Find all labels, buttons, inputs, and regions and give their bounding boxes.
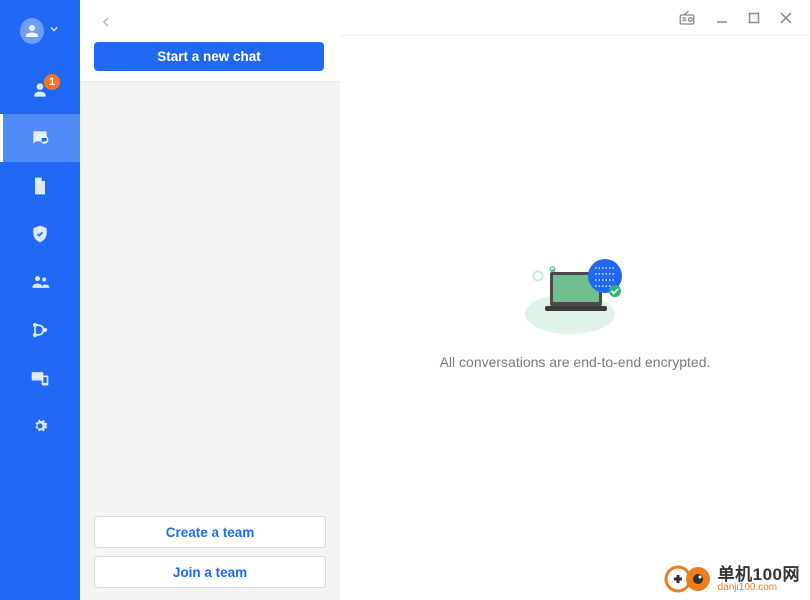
avatar-menu[interactable]	[20, 18, 60, 44]
nav-git[interactable]	[0, 306, 80, 354]
main-panel: All conversations are end-to-end encrypt…	[340, 0, 810, 600]
nav-settings[interactable]	[0, 402, 80, 450]
watermark-logo-icon	[664, 564, 712, 594]
nav-security[interactable]	[0, 210, 80, 258]
create-team-button[interactable]: Create a team	[94, 516, 326, 548]
conversation-list-panel: Start a new chat Create a team Join a te…	[80, 0, 340, 600]
nav-files[interactable]	[0, 162, 80, 210]
conversation-list-header: Start a new chat	[80, 0, 340, 82]
conversation-list-body	[80, 82, 340, 508]
watermark-line2: danji100.com	[718, 583, 800, 593]
window-minimize-button[interactable]	[716, 12, 728, 24]
window-close-button[interactable]	[780, 12, 792, 24]
watermark-line1: 单机100网	[718, 566, 800, 583]
nav-chat[interactable]	[0, 114, 80, 162]
nav-devices[interactable]	[0, 354, 80, 402]
empty-state: All conversations are end-to-end encrypt…	[340, 36, 810, 600]
join-team-button[interactable]: Join a team	[94, 556, 326, 588]
avatar-icon	[20, 18, 44, 44]
window-maximize-button[interactable]	[748, 12, 760, 24]
titlebar	[340, 0, 810, 36]
encryption-illustration-icon	[515, 246, 635, 336]
back-button[interactable]	[94, 10, 118, 34]
chevron-down-icon	[48, 22, 60, 40]
notification-badge: 1	[44, 74, 60, 90]
radio-icon[interactable]	[678, 9, 696, 27]
nav-rail: 1	[0, 0, 80, 600]
empty-state-text: All conversations are end-to-end encrypt…	[440, 354, 711, 370]
nav-people[interactable]: 1	[0, 66, 80, 114]
watermark-text: 单机100网 danji100.com	[718, 566, 800, 593]
nav-teams[interactable]	[0, 258, 80, 306]
titlebar-drag-area[interactable]	[340, 0, 658, 35]
start-new-chat-button[interactable]: Start a new chat	[94, 42, 324, 71]
watermark: 单机100网 danji100.com	[664, 564, 800, 594]
team-actions: Create a team Join a team	[80, 508, 340, 600]
